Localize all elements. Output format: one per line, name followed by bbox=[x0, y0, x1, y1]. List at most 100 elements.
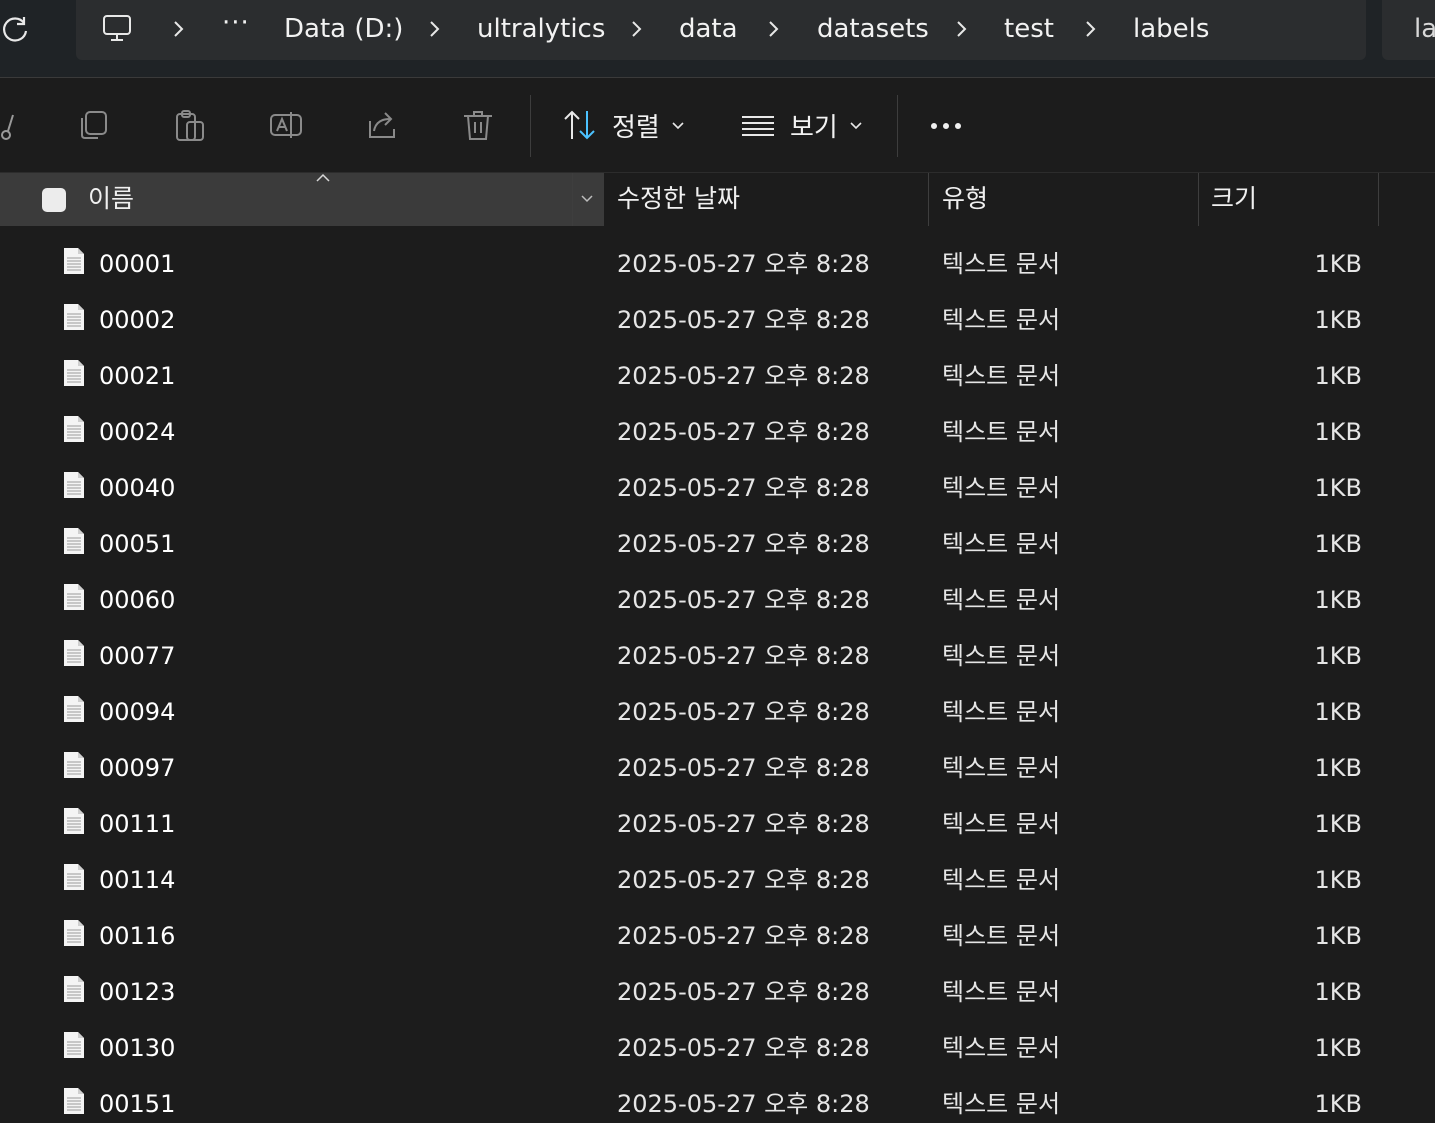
column-name-label: 이름 bbox=[88, 184, 135, 213]
text-file-icon bbox=[64, 1032, 84, 1058]
file-modified: 2025-05-27 오후 8:28 bbox=[617, 586, 870, 614]
copy-icon[interactable] bbox=[76, 107, 112, 143]
more-icon[interactable] bbox=[928, 105, 968, 145]
file-size: 1KB bbox=[1314, 642, 1362, 670]
file-type: 텍스트 문서 bbox=[942, 754, 1061, 782]
breadcrumb-item-ultralytics[interactable]: ultralytics bbox=[477, 11, 605, 47]
file-row[interactable]: 00114 2025-05-27 오후 8:28 텍스트 문서 1KB bbox=[0, 851, 1435, 907]
view-label: 보기 bbox=[790, 112, 838, 143]
breadcrumb-item-datasets[interactable]: datasets bbox=[817, 11, 929, 47]
file-row[interactable]: 00097 2025-05-27 오후 8:28 텍스트 문서 1KB bbox=[0, 739, 1435, 795]
file-modified: 2025-05-27 오후 8:28 bbox=[617, 306, 870, 334]
file-row[interactable]: 00040 2025-05-27 오후 8:28 텍스트 문서 1KB bbox=[0, 459, 1435, 515]
breadcrumb-item-test[interactable]: test bbox=[1004, 11, 1054, 47]
column-divider[interactable] bbox=[928, 173, 929, 226]
file-size: 1KB bbox=[1314, 810, 1362, 838]
column-divider[interactable] bbox=[1378, 173, 1379, 226]
file-row[interactable]: 00001 2025-05-27 오후 8:28 텍스트 문서 1KB bbox=[0, 235, 1435, 291]
search-input[interactable]: la bbox=[1382, 0, 1435, 60]
scissors-icon[interactable] bbox=[0, 107, 22, 143]
file-row[interactable]: 00151 2025-05-27 오후 8:28 텍스트 문서 1KB bbox=[0, 1075, 1435, 1123]
paste-icon[interactable] bbox=[172, 107, 208, 143]
sort-ascending-icon bbox=[316, 173, 330, 182]
chevron-down-icon bbox=[850, 122, 862, 130]
chevron-right-icon[interactable] bbox=[1084, 18, 1098, 40]
file-row[interactable]: 00077 2025-05-27 오후 8:28 텍스트 문서 1KB bbox=[0, 627, 1435, 683]
file-row[interactable]: 00021 2025-05-27 오후 8:28 텍스트 문서 1KB bbox=[0, 347, 1435, 403]
file-row[interactable]: 00123 2025-05-27 오후 8:28 텍스트 문서 1KB bbox=[0, 963, 1435, 1019]
text-file-icon bbox=[64, 248, 84, 274]
file-name: 00114 bbox=[99, 866, 176, 894]
column-header-type[interactable]: 유형 bbox=[942, 182, 988, 216]
chevron-right-icon[interactable] bbox=[630, 18, 644, 40]
file-type: 텍스트 문서 bbox=[942, 362, 1061, 390]
breadcrumb[interactable]: ··· Data (D:) ultralytics data datasets … bbox=[76, 0, 1366, 60]
text-file-icon bbox=[64, 976, 84, 1002]
breadcrumb-item-labels[interactable]: labels bbox=[1133, 11, 1209, 47]
file-type: 텍스트 문서 bbox=[942, 474, 1061, 502]
file-modified: 2025-05-27 오후 8:28 bbox=[617, 978, 870, 1006]
select-all-checkbox[interactable] bbox=[42, 188, 66, 212]
file-name: 00111 bbox=[99, 810, 176, 838]
file-row[interactable]: 00111 2025-05-27 오후 8:28 텍스트 문서 1KB bbox=[0, 795, 1435, 851]
file-name: 00051 bbox=[99, 530, 176, 558]
text-file-icon bbox=[64, 1088, 84, 1114]
share-icon[interactable] bbox=[364, 107, 400, 143]
breadcrumb-item-data[interactable]: data bbox=[679, 11, 738, 47]
column-header-modified[interactable]: 수정한 날짜 bbox=[617, 182, 740, 216]
file-size: 1KB bbox=[1314, 418, 1362, 446]
text-file-icon bbox=[64, 696, 84, 722]
file-type: 텍스트 문서 bbox=[942, 698, 1061, 726]
chevron-right-icon[interactable] bbox=[767, 18, 781, 40]
chevron-right-icon[interactable] bbox=[955, 18, 969, 40]
trash-icon[interactable] bbox=[460, 107, 496, 143]
rename-icon[interactable] bbox=[268, 107, 304, 143]
toolbar-divider bbox=[530, 95, 531, 157]
file-size: 1KB bbox=[1314, 978, 1362, 1006]
file-type: 텍스트 문서 bbox=[942, 978, 1061, 1006]
list-view-icon bbox=[742, 116, 774, 136]
file-size: 1KB bbox=[1314, 586, 1362, 614]
chevron-down-icon[interactable] bbox=[580, 193, 594, 205]
text-file-icon bbox=[64, 864, 84, 890]
file-row[interactable]: 00060 2025-05-27 오후 8:28 텍스트 문서 1KB bbox=[0, 571, 1435, 627]
file-row[interactable]: 00024 2025-05-27 오후 8:28 텍스트 문서 1KB bbox=[0, 403, 1435, 459]
sort-button[interactable]: 정렬 bbox=[562, 105, 684, 145]
column-divider[interactable] bbox=[1198, 173, 1199, 226]
file-type: 텍스트 문서 bbox=[942, 306, 1061, 334]
file-row[interactable]: 00116 2025-05-27 오후 8:28 텍스트 문서 1KB bbox=[0, 907, 1435, 963]
file-row[interactable]: 00002 2025-05-27 오후 8:28 텍스트 문서 1KB bbox=[0, 291, 1435, 347]
file-modified: 2025-05-27 오후 8:28 bbox=[617, 1034, 870, 1062]
file-row[interactable]: 00094 2025-05-27 오후 8:28 텍스트 문서 1KB bbox=[0, 683, 1435, 739]
file-modified: 2025-05-27 오후 8:28 bbox=[617, 866, 870, 894]
file-name: 00094 bbox=[99, 698, 176, 726]
refresh-icon[interactable] bbox=[0, 14, 30, 44]
file-modified: 2025-05-27 오후 8:28 bbox=[617, 642, 870, 670]
computer-icon[interactable] bbox=[101, 12, 133, 44]
text-file-icon bbox=[64, 304, 84, 330]
text-file-icon bbox=[64, 640, 84, 666]
file-modified: 2025-05-27 오후 8:28 bbox=[617, 754, 870, 782]
file-type: 텍스트 문서 bbox=[942, 642, 1061, 670]
file-size: 1KB bbox=[1314, 866, 1362, 894]
file-row[interactable]: 00130 2025-05-27 오후 8:28 텍스트 문서 1KB bbox=[0, 1019, 1435, 1075]
sort-label: 정렬 bbox=[612, 112, 660, 143]
breadcrumb-item-data-drive[interactable]: Data (D:) bbox=[284, 11, 403, 47]
column-divider[interactable] bbox=[572, 173, 573, 226]
address-bar: ··· Data (D:) ultralytics data datasets … bbox=[0, 0, 1435, 78]
file-type: 텍스트 문서 bbox=[942, 530, 1061, 558]
breadcrumb-overflow[interactable]: ··· bbox=[222, 8, 250, 38]
view-button[interactable]: 보기 bbox=[740, 105, 862, 145]
file-type: 텍스트 문서 bbox=[942, 922, 1061, 950]
text-file-icon bbox=[64, 528, 84, 554]
text-file-icon bbox=[64, 808, 84, 834]
file-type: 텍스트 문서 bbox=[942, 250, 1061, 278]
chevron-right-icon[interactable] bbox=[172, 18, 186, 40]
column-header-size[interactable]: 크기 bbox=[1211, 182, 1257, 216]
chevron-right-icon[interactable] bbox=[428, 18, 442, 40]
chevron-down-icon bbox=[672, 122, 684, 130]
column-header-name[interactable]: 이름 bbox=[0, 173, 604, 226]
file-modified: 2025-05-27 오후 8:28 bbox=[617, 362, 870, 390]
file-row[interactable]: 00051 2025-05-27 오후 8:28 텍스트 문서 1KB bbox=[0, 515, 1435, 571]
text-file-icon bbox=[64, 416, 84, 442]
